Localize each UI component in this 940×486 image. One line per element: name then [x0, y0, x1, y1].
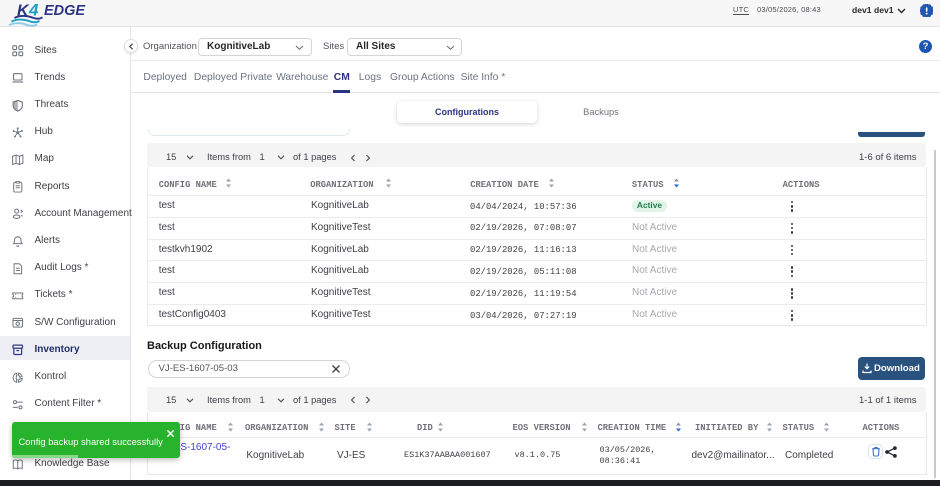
svg-text:EDGE: EDGE — [44, 3, 86, 19]
